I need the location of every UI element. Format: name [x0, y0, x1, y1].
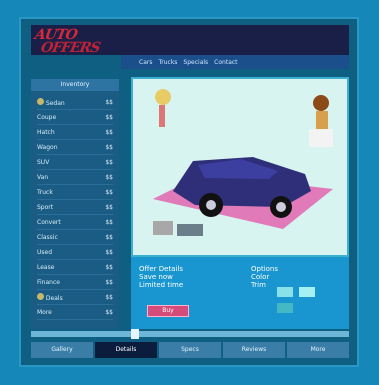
- balloon-figure: [155, 89, 171, 105]
- sidebar-item[interactable]: Used $$: [37, 245, 113, 260]
- sidebar-item[interactable]: Lease $$: [37, 260, 113, 275]
- info-right-title: Options: [251, 265, 279, 273]
- info-left: Offer Details Save now Limited time: [139, 265, 183, 289]
- nav-item-cars[interactable]: Cars: [139, 59, 152, 66]
- sidebar-item[interactable]: Sport $$: [37, 200, 113, 215]
- tab-gallery[interactable]: Gallery: [31, 342, 93, 358]
- scroll-thumb[interactable]: [131, 329, 139, 339]
- brand-logo[interactable]: AUTO OFFERS: [34, 27, 115, 56]
- logo-line-2: OFFERS: [39, 40, 101, 56]
- sidebar-item[interactable]: Convert $$: [37, 215, 113, 230]
- sidebar: Inventory Sedan $$ Coupe $$ Hatch $$ Wagon $…: [31, 79, 119, 329]
- bottom-tabs: Gallery Details Specs Reviews More: [31, 342, 349, 358]
- nav-item-trucks[interactable]: Trucks: [158, 59, 177, 66]
- sidebar-item[interactable]: Sedan $$: [37, 95, 113, 110]
- option-swatch[interactable]: [277, 303, 293, 313]
- info-right-line-2: Trim: [251, 281, 266, 289]
- sidebar-item[interactable]: Truck $$: [37, 185, 113, 200]
- sidebar-header: Inventory: [31, 79, 119, 91]
- buy-button[interactable]: Buy: [147, 305, 189, 317]
- sign-box: [153, 221, 173, 235]
- person-figure: [313, 95, 329, 111]
- sidebar-item[interactable]: Coupe $$: [37, 110, 113, 125]
- sidebar-item[interactable]: Hatch $$: [37, 125, 113, 140]
- sidebar-item[interactable]: Van $$: [37, 170, 113, 185]
- sidebar-item[interactable]: More $$: [37, 305, 113, 320]
- top-nav: Cars Trucks Specials Contact: [121, 55, 349, 69]
- sidebar-item[interactable]: Classic $$: [37, 230, 113, 245]
- sidebar-list: Sedan $$ Coupe $$ Hatch $$ Wagon $$ SUV $$ Va…: [31, 91, 119, 324]
- info-left-line-2: Limited time: [139, 281, 184, 289]
- tab-reviews[interactable]: Reviews: [223, 342, 285, 358]
- info-right-line-1: Color: [251, 273, 270, 281]
- horizontal-scrollbar[interactable]: [31, 329, 349, 339]
- car-scene: [133, 79, 347, 255]
- info-left-title: Offer Details: [139, 265, 184, 273]
- info-left-line-1: Save now: [139, 273, 173, 281]
- coin-icon: [37, 97, 44, 105]
- sidebar-item[interactable]: Deals $$: [37, 290, 113, 305]
- sidebar-item[interactable]: SUV $$: [37, 155, 113, 170]
- option-swatch[interactable]: [299, 287, 315, 297]
- app-frame: AUTO OFFERS Cars Trucks Specials Contact…: [19, 17, 359, 367]
- header-bar: AUTO OFFERS: [31, 25, 349, 56]
- coin-icon: [37, 292, 44, 300]
- info-right: Options Color Trim: [251, 265, 278, 289]
- tab-more[interactable]: More: [287, 342, 349, 358]
- sidebar-item[interactable]: Finance $$: [37, 275, 113, 290]
- tab-specs[interactable]: Specs: [159, 342, 221, 358]
- tab-details[interactable]: Details: [95, 342, 157, 358]
- option-swatch[interactable]: [277, 287, 293, 297]
- sidebar-item[interactable]: Wagon $$: [37, 140, 113, 155]
- nav-item-specials[interactable]: Specials: [183, 59, 208, 66]
- hero-illustration: [131, 77, 349, 257]
- nav-item-contact[interactable]: Contact: [214, 59, 237, 66]
- info-panel: Offer Details Save now Limited time Buy …: [131, 257, 349, 329]
